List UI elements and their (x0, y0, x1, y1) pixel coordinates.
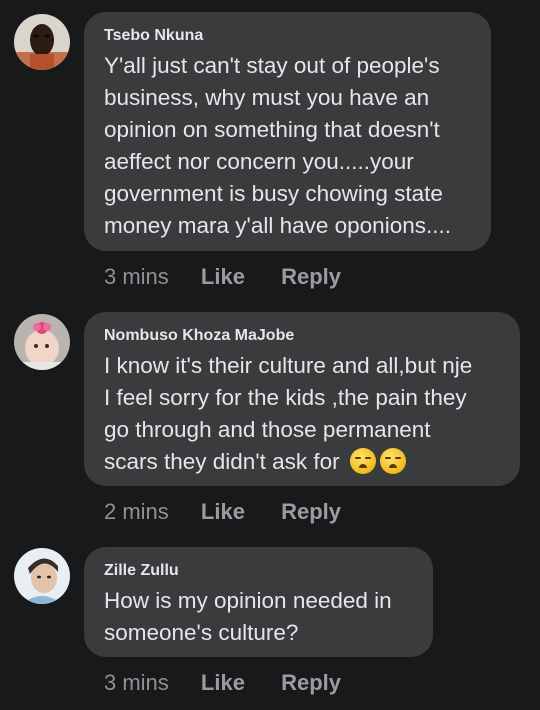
comment-text: I know it's their culture and all,but nj… (104, 350, 500, 478)
comment-timestamp[interactable]: 3 mins (104, 670, 169, 696)
crying-face-emoji-icon (379, 448, 406, 474)
reply-button[interactable]: Reply (281, 264, 341, 290)
comment-author[interactable]: Zille Zullu (104, 561, 413, 581)
comment-text-line: opinion on something that doesn't (104, 117, 440, 142)
comment-author[interactable]: Tsebo Nkuna (104, 26, 471, 46)
comment-text-line: I know it's their culture and all,but nj… (104, 353, 473, 378)
reply-button[interactable]: Reply (281, 499, 341, 525)
comment-actions: 2 mins Like Reply (104, 499, 341, 525)
comment-timestamp[interactable]: 2 mins (104, 499, 169, 525)
comment-text-line: go through and those permanent (104, 417, 431, 442)
avatar[interactable] (14, 548, 70, 604)
comment-text-line: someone's culture? (104, 620, 299, 645)
baby-avatar-icon (14, 314, 70, 370)
comment-text-line: money mara y'all have oponions.... (104, 213, 451, 238)
comment-bubble: Nombuso Khoza MaJobe I know it's their c… (84, 312, 520, 486)
comment-text-fragment: scars they didn't ask for (104, 449, 340, 474)
comment-text: Y'all just can't stay out of people's bu… (104, 50, 471, 242)
comment-text-line: business, why must you have an (104, 85, 430, 110)
comment-bubble: Tsebo Nkuna Y'all just can't stay out of… (84, 12, 491, 251)
like-button[interactable]: Like (201, 670, 245, 696)
comment-author[interactable]: Nombuso Khoza MaJobe (104, 326, 500, 346)
comment-actions: 3 mins Like Reply (104, 670, 341, 696)
like-button[interactable]: Like (201, 499, 245, 525)
comment-text: How is my opinion needed in someone's cu… (104, 585, 413, 649)
like-button[interactable]: Like (201, 264, 245, 290)
crying-face-emoji-icon (349, 448, 376, 474)
comment-text-line: How is my opinion needed in (104, 588, 392, 613)
comment-actions: 3 mins Like Reply (104, 264, 341, 290)
avatar[interactable] (14, 314, 70, 370)
comment-bubble: Zille Zullu How is my opinion needed in … (84, 547, 433, 657)
reply-button[interactable]: Reply (281, 670, 341, 696)
comment-text-line: scars they didn't ask for (104, 446, 500, 478)
person-avatar-icon (14, 14, 70, 70)
comment-text-line: Y'all just can't stay out of people's (104, 53, 440, 78)
avatar[interactable] (14, 14, 70, 70)
comment-thread: Tsebo Nkuna Y'all just can't stay out of… (0, 0, 540, 710)
comment-text-line: I feel sorry for the kids ,the pain they (104, 385, 467, 410)
comment-text-line: aeffect nor concern you.....your (104, 149, 414, 174)
woman-avatar-icon (14, 548, 70, 604)
comment-text-line: government is busy chowing state (104, 181, 443, 206)
comment-timestamp[interactable]: 3 mins (104, 264, 169, 290)
